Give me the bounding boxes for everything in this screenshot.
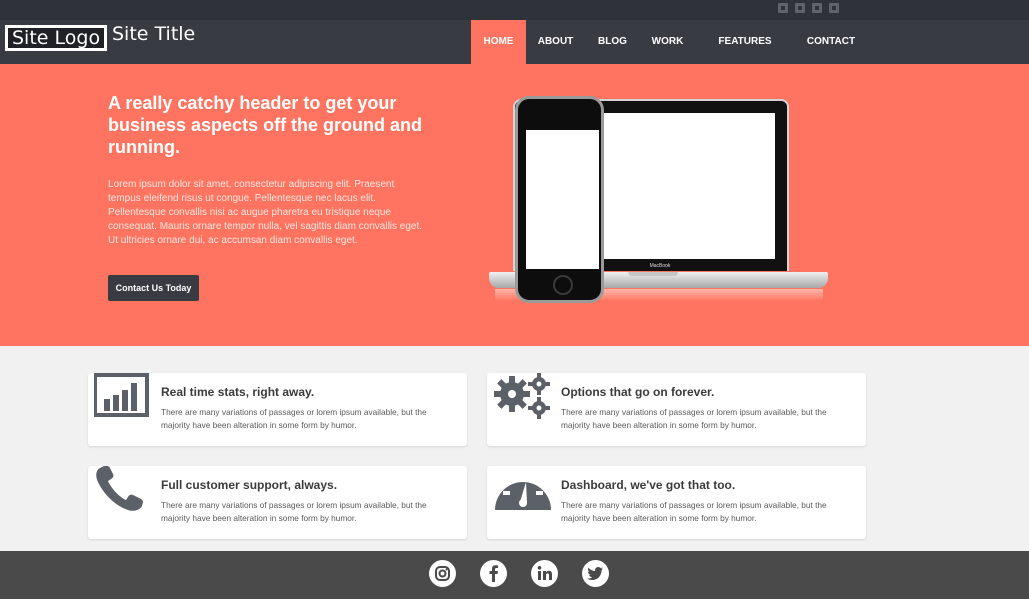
facebook-icon[interactable] bbox=[480, 560, 507, 587]
hero-text: Lorem ipsum dolor sit amet, consectetur … bbox=[108, 179, 423, 246]
feature-text: There are many variations of passages or… bbox=[161, 407, 427, 430]
laptop-display bbox=[603, 113, 775, 259]
gears-icon bbox=[493, 373, 553, 424]
topbar-social-icons bbox=[778, 3, 839, 13]
linkedin-icon[interactable] bbox=[795, 3, 805, 13]
feature-title: Options that go on forever. bbox=[561, 385, 715, 399]
linkedin-icon[interactable] bbox=[531, 560, 558, 587]
phone-icon bbox=[94, 465, 150, 517]
feature-card-dashboard: Dashboard, we've got that too. There are… bbox=[487, 466, 866, 539]
feature-card-options: Options that go on forever. There are ma… bbox=[487, 373, 866, 446]
laptop-notch bbox=[628, 272, 678, 276]
bar-chart-icon bbox=[93, 373, 150, 424]
feature-text: There are many variations of passages or… bbox=[161, 500, 427, 523]
top-utility-bar bbox=[0, 0, 1029, 20]
site-header: Site Logo Site Title HOME ABOUT BLOG WOR… bbox=[0, 20, 1029, 64]
nav-item-contact[interactable]: CONTACT bbox=[800, 20, 862, 64]
google-plus-icon[interactable] bbox=[778, 3, 788, 13]
feature-card-support: Full customer support, always. There are… bbox=[88, 465, 467, 539]
hero-title: A really catchy header to get your busin… bbox=[108, 93, 423, 157]
laptop-brand-label: MacBook bbox=[649, 263, 671, 269]
feature-title: Full customer support, always. bbox=[161, 478, 338, 492]
contact-us-button[interactable]: Contact Us Today bbox=[108, 275, 199, 301]
youtube-icon[interactable] bbox=[829, 3, 839, 13]
phone-display bbox=[526, 130, 599, 269]
nav-item-about[interactable]: ABOUT bbox=[526, 20, 585, 64]
phone-home-button bbox=[553, 275, 573, 295]
dashboard-icon bbox=[493, 466, 553, 517]
feature-card-stats: Real time stats, right away. There are m… bbox=[88, 373, 467, 446]
site-footer bbox=[0, 551, 1029, 599]
feature-title: Dashboard, we've got that too. bbox=[561, 478, 736, 492]
twitter-icon[interactable] bbox=[582, 560, 609, 587]
facebook-icon[interactable] bbox=[812, 3, 822, 13]
nav-item-home[interactable]: HOME bbox=[471, 20, 526, 64]
nav-item-blog[interactable]: BLOG bbox=[585, 20, 640, 64]
feature-title: Real time stats, right away. bbox=[161, 385, 315, 399]
main-nav: HOME ABOUT BLOG WORK FEATURES bbox=[471, 20, 810, 64]
site-logo[interactable]: Site Logo bbox=[5, 25, 107, 51]
feature-text: There are many variations of passages or… bbox=[561, 500, 827, 523]
nav-item-work[interactable]: WORK bbox=[640, 20, 695, 64]
nav-item-features[interactable]: FEATURES bbox=[695, 20, 795, 64]
feature-text: There are many variations of passages or… bbox=[561, 407, 827, 430]
instagram-icon[interactable] bbox=[429, 560, 456, 587]
site-title[interactable]: Site Title bbox=[112, 23, 195, 45]
